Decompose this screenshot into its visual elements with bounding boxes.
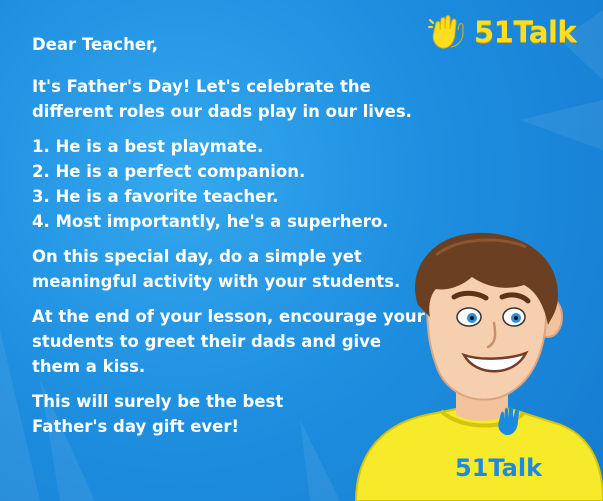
roles-list: 1. He is a best playmate. 2. He is a per… — [32, 134, 432, 234]
waving-hands-icon — [428, 15, 464, 49]
gift-paragraph: This will surely be the best Father's da… — [32, 392, 284, 436]
list-item: 3. He is a favorite teacher. — [32, 187, 279, 206]
intro-paragraph: It's Father's Day! Let's celebrate the d… — [32, 77, 412, 121]
list-item: 2. He is a perfect companion. — [32, 162, 306, 181]
shirt-logo-text: 51Talk — [455, 454, 543, 482]
list-item: 1. He is a best playmate. — [32, 137, 264, 156]
logo-text: 51Talk — [474, 15, 577, 49]
greeting: Dear Teacher, — [32, 35, 158, 54]
brand-logo: 51Talk — [428, 14, 577, 50]
fathers-day-card: Dear Teacher, It's Father's Day! Let's c… — [0, 0, 603, 501]
